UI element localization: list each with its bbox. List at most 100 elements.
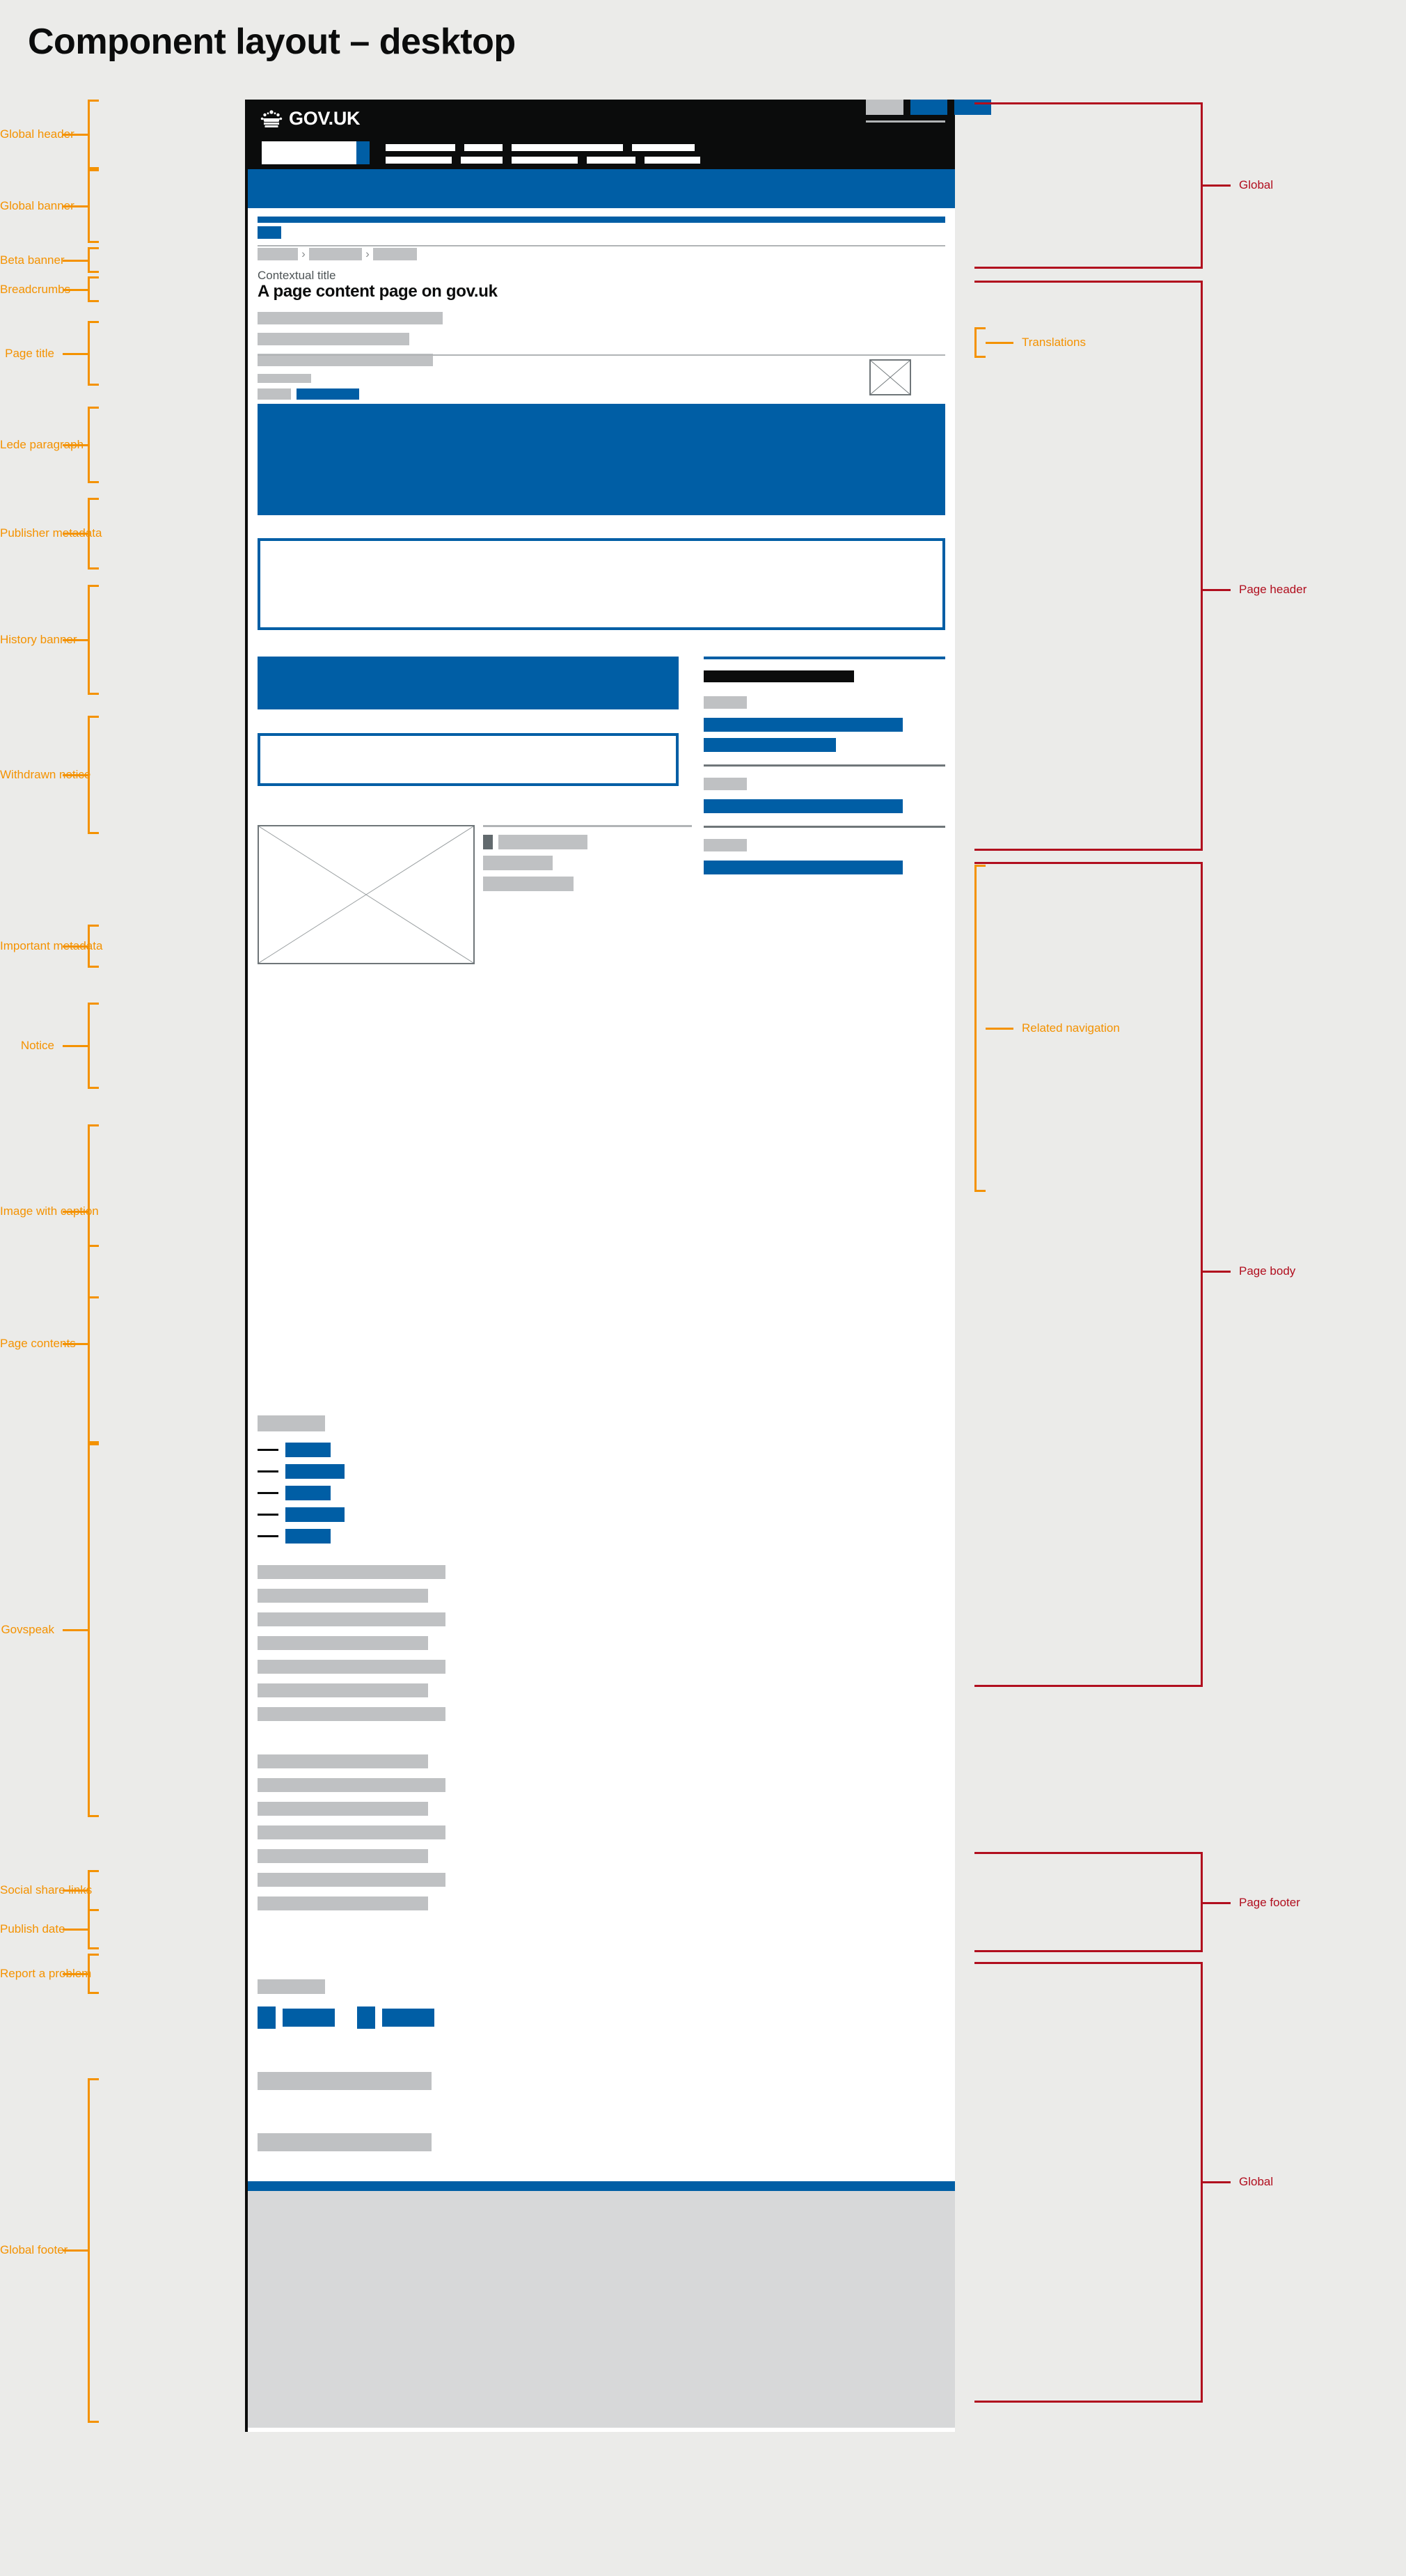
annotation-bracket xyxy=(974,865,986,1192)
page-contents-item[interactable] xyxy=(258,1486,345,1500)
annotation-bracket xyxy=(88,2078,99,2423)
page-contents-list[interactable] xyxy=(258,1443,345,1544)
page-contents-link[interactable] xyxy=(285,1486,331,1500)
breadcrumb[interactable]: › › xyxy=(258,248,417,260)
page-title: Component layout – desktop xyxy=(28,22,516,62)
caption-text-placeholder xyxy=(483,856,553,870)
header-nav-item[interactable] xyxy=(386,144,455,151)
header-nav-item[interactable] xyxy=(512,144,623,151)
annotation-label: Beta banner xyxy=(0,253,65,267)
caption-text-placeholder xyxy=(483,877,574,891)
social-share-icon[interactable] xyxy=(357,2006,375,2029)
annotation-bracket xyxy=(88,585,99,695)
page-contents-item[interactable] xyxy=(258,1507,345,1522)
header-nav-item[interactable] xyxy=(645,157,700,164)
page-contents-item[interactable] xyxy=(258,1464,345,1479)
report-a-problem[interactable] xyxy=(258,2133,432,2151)
component-layout-diagram: Component layout – desktop GOV.UK › › Co… xyxy=(0,0,1406,2576)
social-share-list[interactable] xyxy=(258,2006,434,2029)
related-navigation-heading xyxy=(704,696,747,709)
related-navigation-link[interactable] xyxy=(704,718,903,732)
page-contents-link[interactable] xyxy=(285,1507,345,1522)
annotation-bracket xyxy=(88,1443,99,1817)
caption-rule xyxy=(483,825,692,827)
header-nav-item[interactable] xyxy=(512,157,578,164)
annotation-bracket xyxy=(974,1962,1203,2403)
header-nav-item[interactable] xyxy=(587,157,635,164)
header-nav-item[interactable] xyxy=(464,144,503,151)
govspeak-line xyxy=(258,1754,428,1768)
list-dash-icon xyxy=(258,1449,278,1451)
header-nav-item[interactable] xyxy=(461,157,503,164)
annotation-label: Page title xyxy=(5,347,54,360)
search-input[interactable] xyxy=(262,141,356,164)
page-contents-item[interactable] xyxy=(258,1529,345,1544)
govspeak-line xyxy=(258,1825,445,1839)
withdrawn-notice xyxy=(258,538,945,630)
breadcrumb-separator-icon: › xyxy=(301,247,306,260)
govspeak-line xyxy=(258,1683,428,1697)
annotation-label: Page footer xyxy=(1239,1896,1300,1909)
image-cross-icon xyxy=(258,826,474,964)
breadcrumb-item[interactable] xyxy=(373,248,417,260)
translation-link[interactable] xyxy=(910,100,947,115)
related-navigation-separator xyxy=(704,826,945,828)
header-nav-item[interactable] xyxy=(386,157,452,164)
annotation-label: Global header xyxy=(0,127,74,141)
social-share-link[interactable] xyxy=(283,2009,335,2027)
annotation-label: Page contents xyxy=(0,1337,76,1350)
caption-line xyxy=(483,856,692,870)
annotation-leader-line xyxy=(1203,1902,1231,1904)
annotation-bracket xyxy=(88,321,99,386)
govuk-logo[interactable]: GOV.UK xyxy=(260,108,361,129)
annotation-label: Publish date xyxy=(0,1922,65,1935)
important-metadata xyxy=(258,657,679,709)
beta-banner-rule xyxy=(258,245,945,246)
translations-list[interactable] xyxy=(866,100,991,115)
related-navigation-link[interactable] xyxy=(704,799,903,813)
list-dash-icon xyxy=(258,1514,278,1516)
related-navigation-top-rule xyxy=(704,657,945,659)
govuk-logo-text: GOV.UK xyxy=(289,108,361,129)
social-share-link[interactable] xyxy=(382,2009,434,2027)
annotation-label: Notice xyxy=(20,1039,54,1052)
header-nav-row-secondary xyxy=(386,157,709,164)
annotation-bracket xyxy=(88,407,99,483)
page-contents-link[interactable] xyxy=(285,1443,331,1457)
annotation-label: Global xyxy=(1239,178,1274,191)
related-navigation-link[interactable] xyxy=(704,738,836,752)
annotation-label: Publisher metadata xyxy=(0,526,102,540)
annotation-leader-line xyxy=(63,1629,88,1631)
page-contents-link[interactable] xyxy=(285,1464,345,1479)
page-contents-heading-placeholder xyxy=(258,1415,325,1431)
translations-block xyxy=(866,100,991,123)
header-nav-item[interactable] xyxy=(632,144,695,151)
breadcrumb-item[interactable] xyxy=(258,248,298,260)
publisher-metadata-row xyxy=(258,388,945,400)
annotation-bracket xyxy=(88,1245,99,1443)
translation-link[interactable] xyxy=(866,100,903,115)
image-with-caption-image xyxy=(258,825,475,964)
related-navigation-heading xyxy=(704,839,747,851)
annotation-label: History banner xyxy=(0,633,77,646)
history-banner xyxy=(258,404,945,515)
related-navigation-heading xyxy=(704,778,747,790)
lede-line xyxy=(258,333,409,345)
breadcrumb-item[interactable] xyxy=(309,248,362,260)
page-contents-link[interactable] xyxy=(285,1529,331,1544)
publisher-link-placeholder[interactable] xyxy=(297,388,359,400)
related-navigation-link[interactable] xyxy=(704,861,903,874)
search-icon[interactable] xyxy=(356,141,370,164)
page-contents-item[interactable] xyxy=(258,1443,345,1457)
annotation-leader-line xyxy=(63,353,88,355)
annotation-bracket xyxy=(88,247,99,273)
annotation-leader-line xyxy=(63,1045,88,1047)
annotation-bracket xyxy=(974,327,986,358)
notice xyxy=(258,733,679,786)
social-share-icon[interactable] xyxy=(258,2006,276,2029)
header-nav-row-primary xyxy=(386,144,704,151)
global-footer xyxy=(248,2191,955,2428)
annotation-label: Important metadata xyxy=(0,939,103,952)
social-share-links xyxy=(258,1979,434,2029)
govspeak-line xyxy=(258,1636,428,1650)
